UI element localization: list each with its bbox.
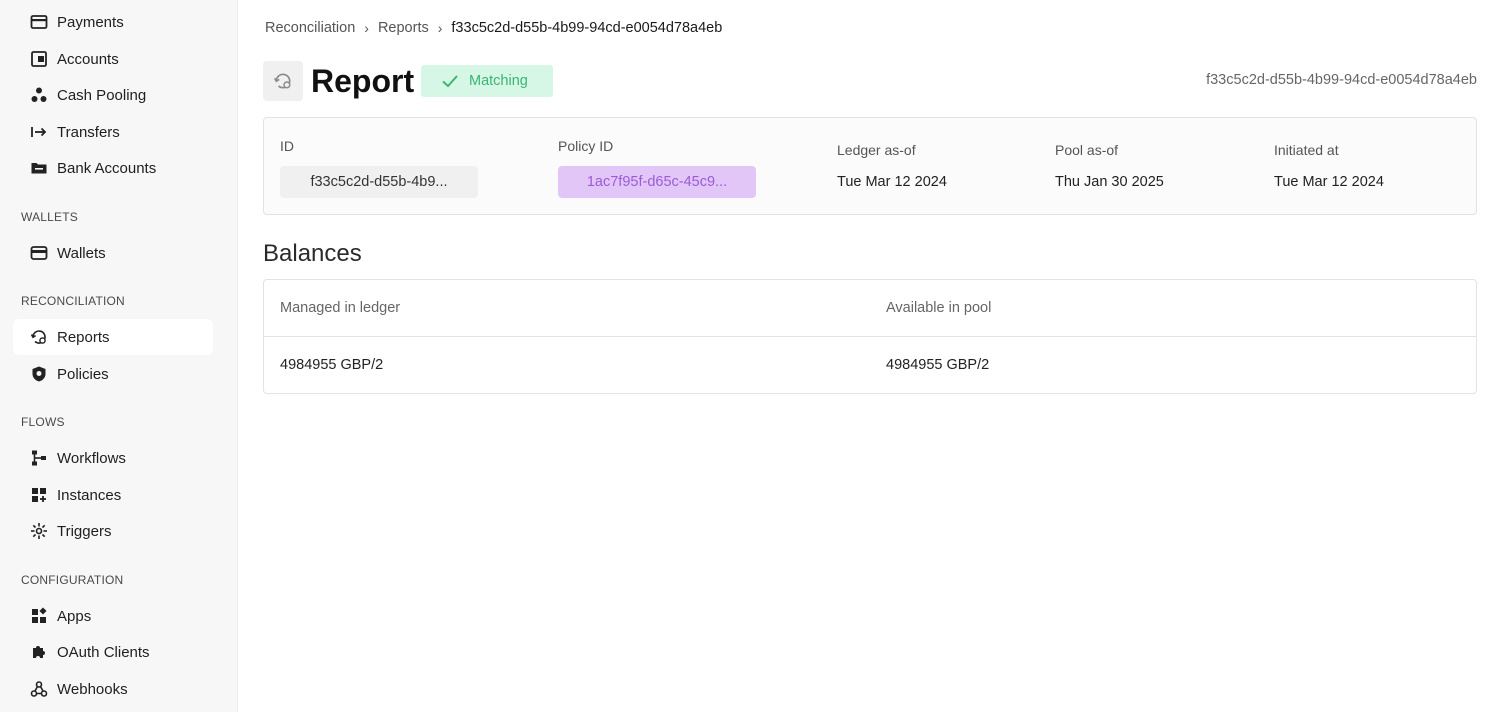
wallet-icon <box>30 244 48 262</box>
report-id-header: f33c5c2d-d55b-4b99-94cd-e0054d78a4eb <box>1206 72 1477 88</box>
reports-icon <box>30 328 48 346</box>
sidebar-item-bank-accounts[interactable]: Bank Accounts <box>13 150 213 186</box>
managed-in-ledger-value: 4984955 GBP/2 <box>280 357 384 373</box>
sidebar-item-label: Webhooks <box>57 680 128 698</box>
wallet-card-icon <box>30 50 48 68</box>
sidebar-item-cash-pooling[interactable]: Cash Pooling <box>13 77 213 113</box>
sidebar-item-label: Instances <box>57 486 122 504</box>
sidebar-item-reports[interactable]: Reports <box>13 319 213 355</box>
sidebar-item-label: Policies <box>57 365 109 383</box>
ledger-as-of-label: Ledger as-of <box>837 142 916 158</box>
sidebar-item-transfers[interactable]: Transfers <box>13 114 213 150</box>
sidebar-item-apps[interactable]: Apps <box>13 598 213 634</box>
sidebar-item-label: Accounts <box>57 50 119 68</box>
sidebar-item-policies[interactable]: Policies <box>13 356 213 392</box>
sidebar-item-oauth-clients[interactable]: OAuth Clients <box>13 634 213 670</box>
sidebar-item-payments[interactable]: Payments <box>13 4 213 40</box>
breadcrumb-reconciliation[interactable]: Reconciliation <box>265 20 355 36</box>
shield-icon <box>30 365 48 383</box>
sidebar-item-label: Cash Pooling <box>57 86 147 104</box>
policy-id-chip[interactable]: 1ac7f95f-d65c-45c9... <box>558 166 756 198</box>
sidebar: Payments Accounts Cash Pooling Transfers… <box>0 0 238 712</box>
sidebar-item-label: Payments <box>57 13 124 31</box>
sidebar-item-wallets[interactable]: Wallets <box>13 235 213 271</box>
breadcrumb-separator: › <box>437 20 443 36</box>
sidebar-item-label: OAuth Clients <box>57 643 150 661</box>
pool-as-of-label: Pool as-of <box>1055 142 1119 158</box>
initiated-at-value: Tue Mar 12 2024 <box>1274 174 1384 190</box>
breadcrumb: Reconciliation › Reports › f33c5c2d-d55b… <box>265 20 722 36</box>
section-label-configuration: CONFIGURATION <box>21 573 124 587</box>
policy-id-label: Policy ID <box>558 138 614 154</box>
sidebar-item-webhooks[interactable]: Webhooks <box>13 671 213 707</box>
sidebar-item-label: Wallets <box>57 244 106 262</box>
pool-as-of-value: Thu Jan 30 2025 <box>1055 174 1164 190</box>
balances-table: Managed in ledger Available in pool 4984… <box>263 279 1477 394</box>
section-label-reconciliation: RECONCILIATION <box>21 294 125 308</box>
sidebar-item-label: Transfers <box>57 123 120 141</box>
sidebar-item-label: Apps <box>57 607 92 625</box>
sidebar-item-triggers[interactable]: Triggers <box>13 513 213 549</box>
status-badge: Matching <box>421 65 553 97</box>
sidebar-item-instances[interactable]: Instances <box>13 477 213 513</box>
balances-title: Balances <box>263 240 362 267</box>
section-label-wallets: WALLETS <box>21 210 78 224</box>
page-header: Report Matching f33c5c2d-d55b-4b99-94cd-… <box>263 61 1477 101</box>
sidebar-item-label: Reports <box>57 328 110 346</box>
folder-icon <box>30 159 48 177</box>
trigger-icon <box>30 522 48 540</box>
breadcrumb-current: f33c5c2d-d55b-4b99-94cd-e0054d78a4eb <box>451 20 723 36</box>
report-info-card: ID f33c5c2d-d55b-4b9... Policy ID 1ac7f9… <box>263 117 1477 215</box>
id-label: ID <box>280 138 294 154</box>
sidebar-item-workflows[interactable]: Workflows <box>13 440 213 476</box>
breadcrumb-separator: › <box>364 20 369 36</box>
sidebar-item-label: Triggers <box>57 522 112 540</box>
reports-icon <box>263 61 303 101</box>
column-header-available-in-pool: Available in pool <box>886 300 992 316</box>
column-header-managed-in-ledger: Managed in ledger <box>280 300 401 316</box>
apps-icon <box>30 607 48 625</box>
instances-icon <box>30 486 48 504</box>
check-icon <box>442 75 458 88</box>
puzzle-icon <box>30 643 48 661</box>
sidebar-item-accounts[interactable]: Accounts <box>13 41 213 77</box>
available-in-pool-value: 4984955 GBP/2 <box>886 357 990 373</box>
pool-icon <box>30 86 48 104</box>
breadcrumb-reports[interactable]: Reports <box>378 20 429 36</box>
initiated-at-label: Initiated at <box>1274 142 1339 158</box>
sidebar-item-label: Bank Accounts <box>57 159 157 177</box>
ledger-as-of-value: Tue Mar 12 2024 <box>837 174 947 190</box>
sidebar-item-label: Workflows <box>57 449 126 467</box>
webhook-icon <box>30 680 48 698</box>
table-header: Managed in ledger Available in pool <box>264 280 1476 337</box>
page-title: Report <box>311 63 415 99</box>
workflow-icon <box>30 449 48 467</box>
payment-icon <box>30 13 48 31</box>
id-chip[interactable]: f33c5c2d-d55b-4b9... <box>280 166 478 198</box>
section-label-flows: FLOWS <box>21 415 65 429</box>
transfer-arrow-icon <box>30 123 48 141</box>
status-badge-label: Matching <box>469 73 528 89</box>
